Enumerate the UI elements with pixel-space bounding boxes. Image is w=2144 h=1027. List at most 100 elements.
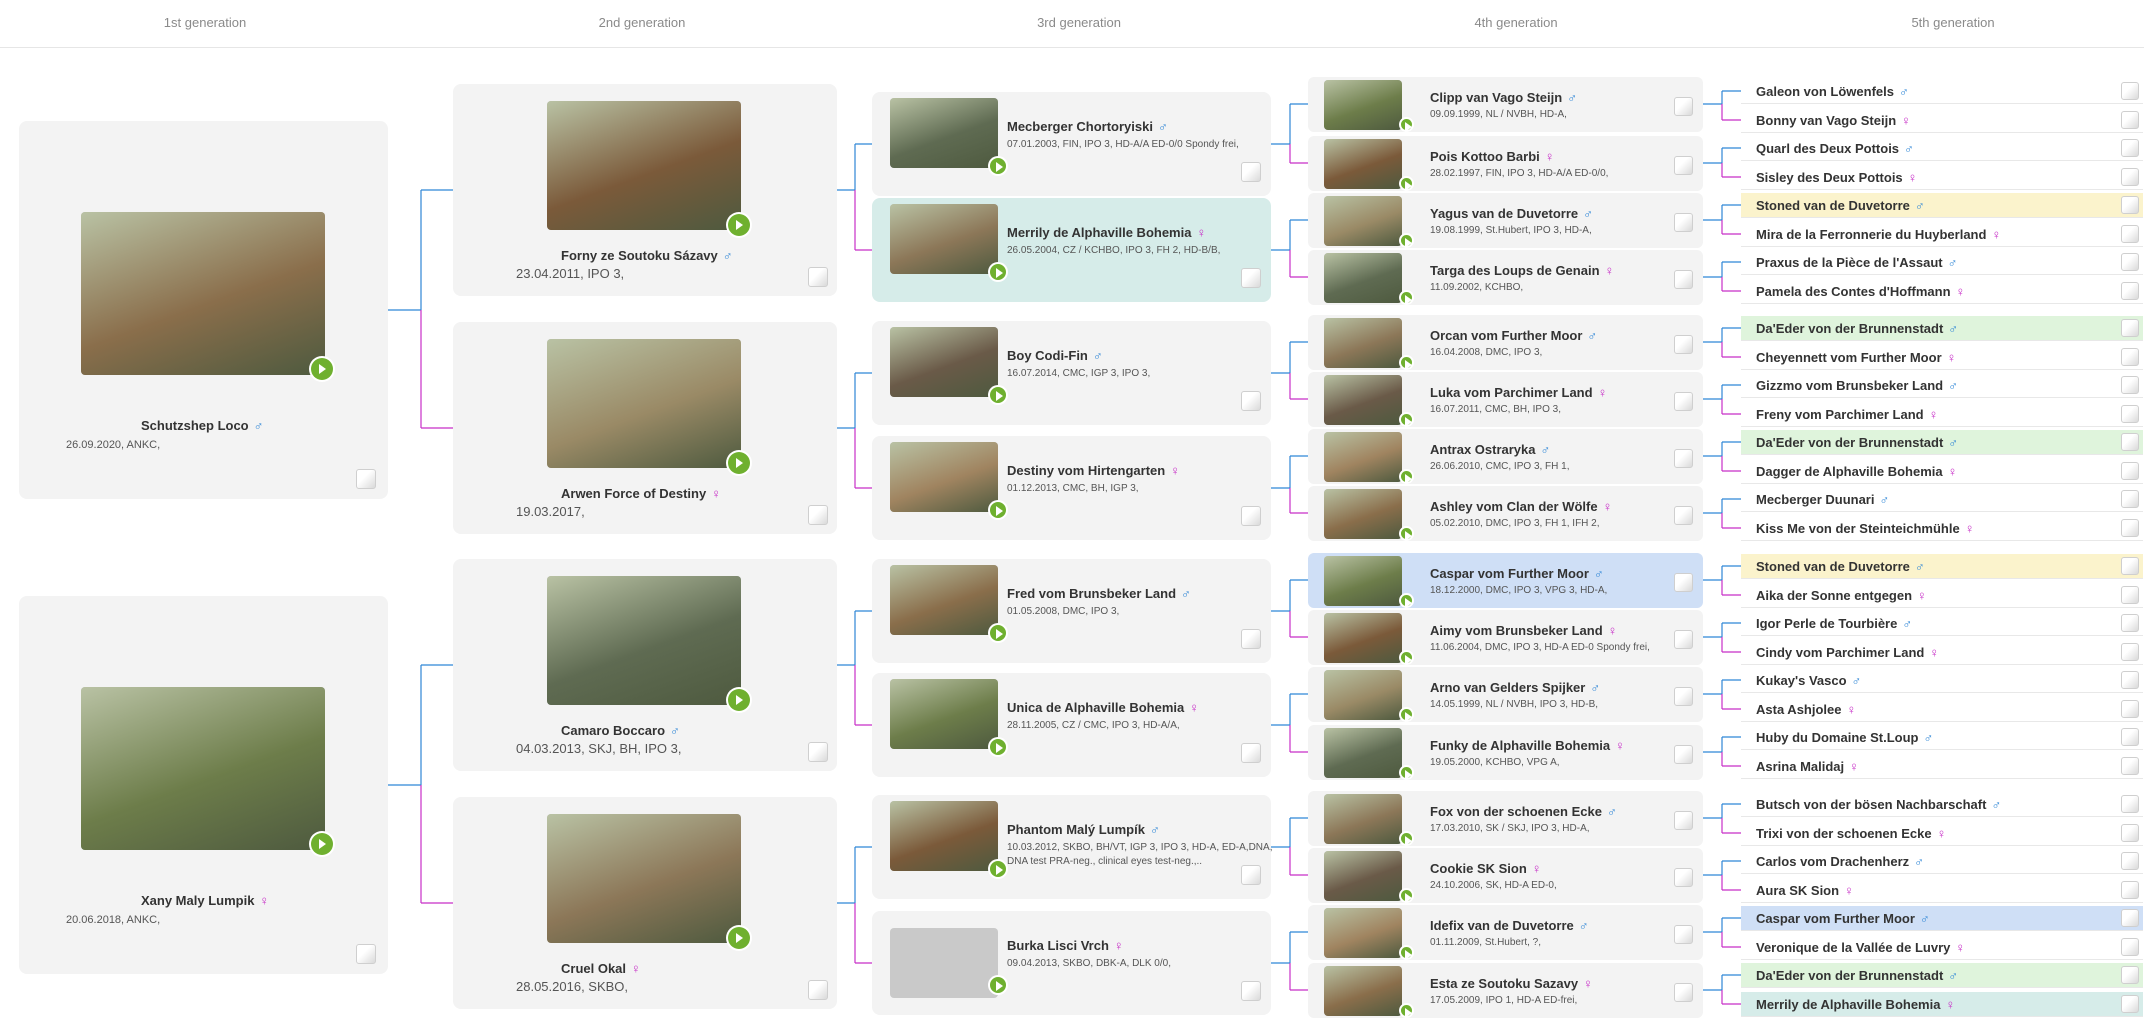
gen5-row[interactable]: Butsch von der bösen Nachbarschaft ♂ — [1741, 792, 2143, 817]
gen4-row[interactable]: Pois Kottoo Barbi ♀ 28.02.1997, FIN, IPO 3… — [1308, 136, 1703, 192]
play-video-button[interactable] — [728, 452, 750, 474]
flag-logo[interactable] — [808, 267, 828, 287]
dog-name[interactable]: Mecberger Duunari ♂ — [1756, 492, 1889, 507]
dog-photo[interactable] — [890, 442, 998, 512]
ankc-logo[interactable] — [356, 469, 376, 489]
dog-name[interactable]: Igor Perle de Tourbière ♂ — [1756, 616, 1912, 631]
dog-name[interactable]: Carlos vom Drachenherz ♂ — [1756, 854, 1924, 869]
sh-logo[interactable] — [2121, 196, 2139, 214]
dmc-logo[interactable] — [1674, 573, 1693, 592]
gen2-card[interactable]: Forny ze Soutoku Sázavy ♂ 23.04.2011, IPO … — [453, 84, 837, 296]
gen4-row[interactable]: Luka vom Parchimer Land ♀ 16.07.2011, CMC,… — [1308, 372, 1703, 428]
play-video-button[interactable] — [990, 625, 1006, 641]
dog-name[interactable]: Mira de la Ferronnerie du Huyberland ♀ — [1756, 227, 2001, 242]
gen5-row[interactable]: Cheyennett vom Further Moor ♀ — [1741, 345, 2143, 370]
dog-name[interactable]: Da'Eder von der Brunnenstadt ♂ — [1756, 968, 1958, 983]
gen5-row[interactable]: Dagger de Alphaville Bohemia ♀ — [1741, 459, 2143, 484]
gen5-row[interactable]: Quarl des Deux Pottois ♂ — [1741, 136, 2143, 161]
dog-photo[interactable] — [1324, 794, 1402, 844]
dog-name[interactable]: Antrax Ostraryka ♂ — [1430, 442, 1550, 457]
play-video-button[interactable] — [1401, 767, 1413, 781]
dog-name[interactable]: Gizzmo vom Brunsbeker Land ♂ — [1756, 378, 1958, 393]
play-video-button[interactable] — [1401, 119, 1413, 133]
sv-logo[interactable] — [1674, 156, 1693, 175]
dog-name[interactable]: Cookie SK Sion ♀ — [1430, 861, 1542, 876]
flag-logo[interactable] — [1241, 268, 1261, 288]
dog-name[interactable]: Forny ze Soutoku Sázavy ♂ — [561, 248, 733, 263]
play-video-button[interactable] — [1401, 471, 1413, 485]
dmc-logo[interactable] — [1241, 506, 1261, 526]
gen5-row[interactable]: Praxus de la Pièce de l'Assaut ♂ — [1741, 250, 2143, 275]
dmc-logo[interactable] — [2121, 966, 2139, 984]
flag-logo[interactable] — [1674, 983, 1693, 1002]
gen3-card[interactable]: Boy Codi-Fin ♂ 16.07.2014, CMC, IGP 3, IPO… — [872, 321, 1271, 425]
dog-photo[interactable] — [890, 204, 998, 274]
gen5-row[interactable]: Aika der Sonne entgegen ♀ — [1741, 583, 2143, 608]
sh-logo[interactable] — [2121, 168, 2139, 186]
dmc-logo[interactable] — [2121, 319, 2139, 337]
dog-name[interactable]: Galeon von Löwenfels ♂ — [1756, 84, 1909, 99]
play-video-button[interactable] — [1401, 652, 1413, 666]
gen5-row[interactable]: Igor Perle de Tourbière ♂ — [1741, 611, 2143, 636]
scc-logo[interactable] — [2121, 728, 2139, 746]
dog-name[interactable]: Unica de Alphaville Bohemia ♀ — [1007, 700, 1199, 715]
dog-photo[interactable] — [1324, 908, 1402, 958]
dog-photo[interactable] — [1324, 556, 1402, 606]
scc-logo[interactable] — [2121, 225, 2139, 243]
dog-name[interactable]: Targa des Loups de Genain ♀ — [1430, 263, 1614, 278]
dmc-logo[interactable] — [2121, 519, 2139, 537]
play-video-button[interactable] — [990, 861, 1006, 877]
dmc-logo[interactable] — [2121, 376, 2139, 394]
play-video-button[interactable] — [990, 387, 1006, 403]
play-video-button[interactable] — [1401, 595, 1413, 609]
dog-name[interactable]: Veronique de la Vallée de Luvry ♀ — [1756, 940, 1965, 955]
flag-logo[interactable] — [1241, 743, 1261, 763]
gen5-row[interactable]: Carlos vom Drachenherz ♂ — [1741, 849, 2143, 874]
gen4-row[interactable]: Ashley vom Clan der Wölfe ♀ 05.02.2010, DM… — [1308, 486, 1703, 542]
dmc-logo[interactable] — [1241, 629, 1261, 649]
gen3-card[interactable]: Merrily de Alphaville Bohemia ♀ 26.05.2004… — [872, 198, 1271, 302]
scc-logo[interactable] — [2121, 824, 2139, 842]
dog-name[interactable]: Asta Ashjolee ♀ — [1756, 702, 1856, 717]
flag-logo[interactable] — [808, 505, 828, 525]
dog-photo[interactable] — [81, 687, 325, 850]
dog-name[interactable]: Fox von der schoenen Ecke ♂ — [1430, 804, 1617, 819]
sh-logo[interactable] — [1674, 925, 1693, 944]
dog-photo[interactable] — [547, 339, 741, 468]
gen5-row[interactable]: Da'Eder von der Brunnenstadt ♂ — [1741, 430, 2143, 455]
dog-name[interactable]: Yagus van de Duvetorre ♂ — [1430, 206, 1593, 221]
gen5-row[interactable]: Aura SK Sion ♀ — [1741, 878, 2143, 903]
sv-logo[interactable] — [2121, 490, 2139, 508]
dmc-logo[interactable] — [2121, 82, 2139, 100]
dog-photo[interactable] — [890, 565, 998, 635]
play-video-button[interactable] — [311, 358, 333, 380]
scc-logo[interactable] — [2121, 938, 2139, 956]
dog-name[interactable]: Caspar vom Further Moor ♂ — [1756, 911, 1930, 926]
dog-photo[interactable] — [1324, 670, 1402, 720]
dog-name[interactable]: Caspar vom Further Moor ♂ — [1430, 566, 1604, 581]
dmc-logo[interactable] — [2121, 795, 2139, 813]
dog-name[interactable]: Destiny vom Hirtengarten ♀ — [1007, 463, 1180, 478]
gen4-row[interactable]: Caspar vom Further Moor ♂ 18.12.2000, DMC,… — [1308, 553, 1703, 609]
dog-name[interactable]: Pamela des Contes d'Hoffmann ♀ — [1756, 284, 1965, 299]
scc-logo[interactable] — [2121, 282, 2139, 300]
gen5-row[interactable]: Merrily de Alphaville Bohemia ♀ — [1741, 992, 2143, 1017]
dog-name[interactable]: Stoned van de Duvetorre ♂ — [1756, 559, 1925, 574]
dog-photo[interactable] — [890, 679, 998, 749]
dog-name[interactable]: Schutzshep Loco ♂ — [141, 418, 263, 433]
dog-name[interactable]: Boy Codi-Fin ♂ — [1007, 348, 1103, 363]
sv-logo[interactable] — [1241, 162, 1261, 182]
dog-name[interactable]: Cruel Okal ♀ — [561, 961, 641, 976]
dog-name[interactable]: Kukay's Vasco ♂ — [1756, 673, 1861, 688]
gen5-row[interactable]: Stoned van de Duvetorre ♂ — [1741, 193, 2143, 218]
sh-logo[interactable] — [2121, 671, 2139, 689]
dog-name[interactable]: Ashley vom Clan der Wölfe ♀ — [1430, 499, 1612, 514]
nvbh-logo[interactable] — [2121, 700, 2139, 718]
dog-name[interactable]: Stoned van de Duvetorre ♂ — [1756, 198, 1925, 213]
play-video-button[interactable] — [1401, 414, 1413, 428]
dog-name[interactable]: Aimy vom Brunsbeker Land ♀ — [1430, 623, 1617, 638]
play-video-button[interactable] — [728, 214, 750, 236]
scc-logo[interactable] — [2121, 253, 2139, 271]
dog-name[interactable]: Xany Maly Lumpik ♀ — [141, 893, 269, 908]
gen3-card[interactable]: Unica de Alphaville Bohemia ♀ 28.11.2005, … — [872, 673, 1271, 777]
